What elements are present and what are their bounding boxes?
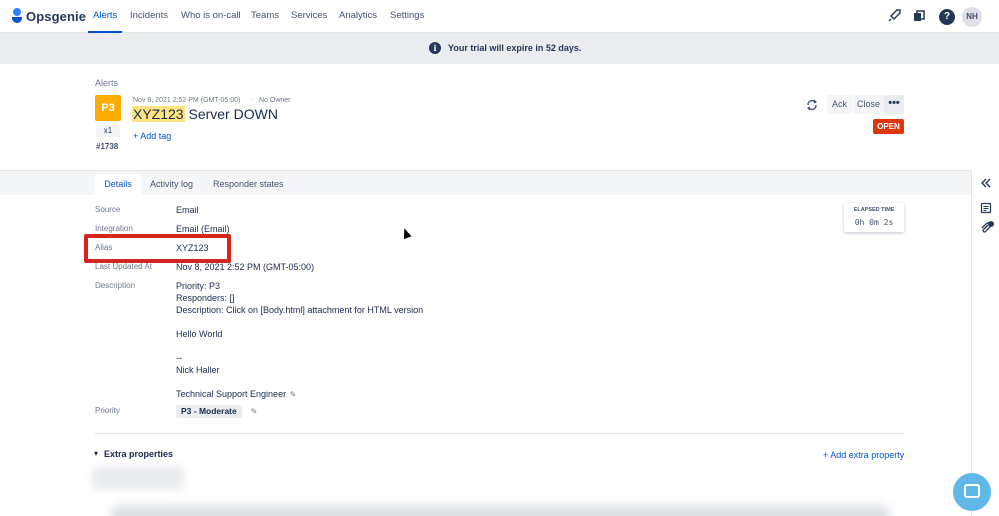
chat-button[interactable] [953,473,991,511]
attachment-count-icon [988,221,994,227]
nav-incidents[interactable]: Incidents [130,10,168,21]
chat-icon [964,484,980,498]
alert-created-date: Nov 8, 2021 2:52 PM (GMT-05:00) [133,97,241,104]
nav-teams[interactable]: Teams [251,10,279,21]
alert-owner: No Owner [259,97,291,104]
top-nav: Opsgenie Alerts Incidents Who is on-call… [0,0,999,33]
elapsed-time-label: ELAPSED TIME [853,207,895,213]
priority-value: P3 - Moderate [176,405,242,418]
info-icon: i [429,42,441,54]
alert-title-highlight: XYZ123 [132,106,185,122]
help-icon[interactable]: ? [939,9,955,25]
app-name: Opsgenie [26,8,87,24]
description-line: -- [176,353,182,363]
trial-banner: i Your trial will expire in 52 days. [0,33,999,64]
alert-title: XYZ123 Server DOWN [132,106,278,122]
last-updated-label: Last Updated At [95,262,152,271]
blurred-property [92,466,184,490]
breadcrumb[interactable]: Alerts [95,78,118,88]
tab-activity-log[interactable]: Activity log [150,174,193,195]
priority-label: Priority [95,406,120,415]
marketplace-icon[interactable] [911,9,927,25]
alert-number: #1738 [96,142,119,151]
description-line: Responders: [] [176,293,235,303]
integration-label: Integration [95,224,133,233]
tab-responder-states[interactable]: Responder states [213,174,284,195]
edit-priority-icon[interactable]: ✎ [249,407,259,417]
priority-badge: P3 [95,95,121,121]
user-avatar[interactable]: NH [962,7,982,27]
last-updated-value: Nov 8, 2021 2:52 PM (GMT-05:00) [176,262,315,272]
alert-title-text: Server DOWN [184,106,278,122]
close-button[interactable]: Close [853,95,884,114]
ack-button[interactable]: Ack [827,95,852,114]
tab-bar [0,170,971,195]
section-divider [95,433,904,434]
mouse-cursor-icon [400,226,412,240]
tab-details[interactable]: Details [95,174,141,195]
source-label: Source [95,205,121,214]
opsgenie-logo[interactable]: Opsgenie [12,8,86,24]
nav-alerts[interactable]: Alerts [93,10,117,21]
description-label: Description [95,281,136,290]
add-tag-link[interactable]: + Add tag [133,131,171,141]
alias-highlight-box [84,234,231,263]
opsgenie-logo-icon [12,8,22,24]
nav-who-is-on-call[interactable]: Who is on-call [181,10,241,21]
integration-value[interactable]: Email (Email) [176,224,230,234]
elapsed-time-card: ELAPSED TIME 0h 0m 2s [844,203,904,232]
description-line: Description: Click on [Body.html] attach… [176,305,424,315]
nav-services[interactable]: Services [291,10,327,21]
rocket-icon[interactable] [886,9,902,25]
alert-count-badge: x1 [96,125,120,137]
nav-analytics[interactable]: Analytics [339,10,377,21]
description-line: Technical Support Engineer [176,389,287,399]
source-value: Email [176,205,199,215]
elapsed-time-value: 0h 0m 2s [854,218,894,227]
nav-settings[interactable]: Settings [390,10,424,21]
trial-banner-text: Your trial will expire in 52 days. [448,43,582,53]
description-line: Nick Haller [176,365,220,375]
refresh-icon[interactable] [805,99,819,111]
meta-separator: · [250,96,253,103]
blurred-content [110,506,890,516]
description-line: Hello World [176,329,223,339]
chevron-down-icon[interactable]: ▾ [94,449,98,458]
notes-icon[interactable] [979,202,992,215]
status-badge: OPEN [873,119,904,134]
edit-description-icon[interactable]: ✎ [288,390,298,400]
extra-properties-title[interactable]: Extra properties [104,449,173,459]
add-extra-property-link[interactable]: + Add extra property [823,450,904,460]
collapse-panel-icon[interactable] [979,177,992,190]
more-actions-icon[interactable]: ••• [884,95,904,114]
description-line: Priority: P3 [176,281,221,291]
